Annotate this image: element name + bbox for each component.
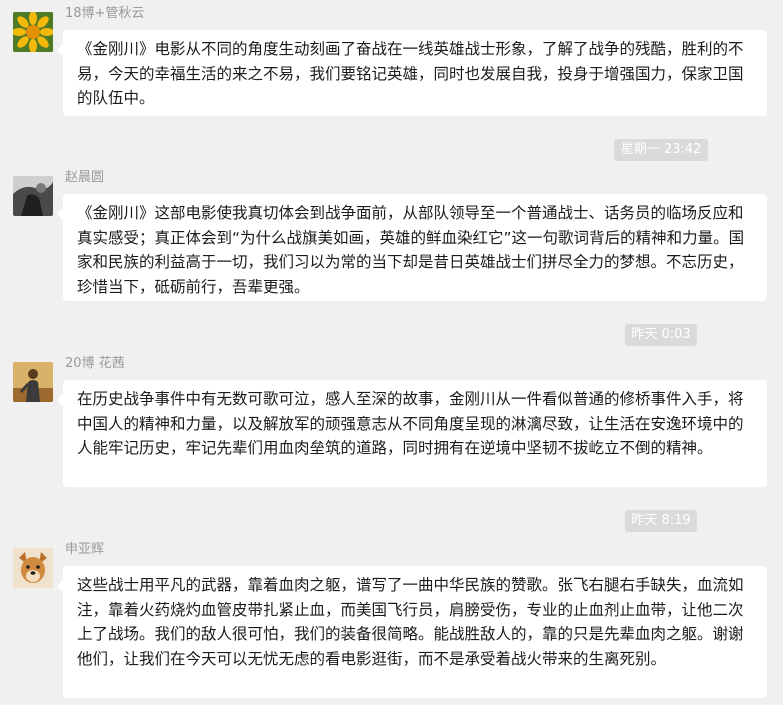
message-bubble[interactable]: 在历史战争事件中有无数可歌可泣，感人至深的故事，金刚川从一件看似普通的修桥事件入… bbox=[57, 380, 767, 487]
grayscale-photo-icon bbox=[13, 176, 53, 216]
sender-name[interactable]: 申亚辉 bbox=[65, 542, 104, 558]
sender-name[interactable]: 20博 花茜 bbox=[65, 356, 125, 372]
painted-figure-avatar[interactable] bbox=[13, 362, 53, 402]
message-bubble[interactable]: 《金刚川》这部电影使我真切体会到战争面前，从部队领导至一个普通战士、话务员的临场… bbox=[57, 194, 767, 301]
message-bubble[interactable]: 这些战士用平凡的武器，靠着血肉之躯，谱写了一曲中华民族的赞歌。张飞右腿右手缺失，… bbox=[57, 566, 767, 698]
dog-avatar[interactable] bbox=[13, 548, 53, 588]
dog-icon bbox=[13, 548, 53, 588]
grayscale-photo-avatar[interactable] bbox=[13, 176, 53, 216]
sunflower-icon bbox=[13, 12, 53, 52]
sender-name[interactable]: 18博+管秋云 bbox=[65, 6, 144, 22]
sunflower-avatar[interactable] bbox=[13, 12, 53, 52]
timestamp: 昨天 8:19 bbox=[625, 510, 697, 532]
timestamp: 昨天 0:03 bbox=[625, 324, 697, 346]
timestamp: 星期一 23:42 bbox=[614, 139, 708, 161]
message-bubble[interactable]: 《金刚川》电影从不同的角度生动刻画了奋战在一线英雄战士形象，了解了战争的残酷，胜… bbox=[57, 30, 767, 116]
sender-name[interactable]: 赵晨圆 bbox=[65, 170, 104, 186]
painted-figure-icon bbox=[13, 362, 53, 402]
